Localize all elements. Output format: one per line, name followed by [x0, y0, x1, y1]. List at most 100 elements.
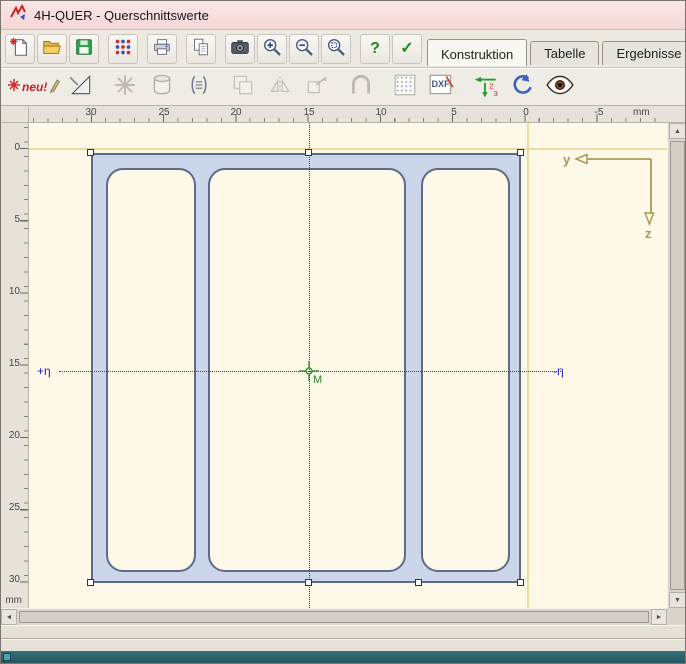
zoom-in-icon — [261, 36, 283, 63]
node-handle[interactable] — [517, 579, 524, 586]
ruler-label: 30 — [9, 574, 20, 585]
open-folder-icon — [41, 36, 63, 63]
ruler-unit: mm — [633, 107, 650, 118]
print-button[interactable] — [147, 34, 177, 64]
window-title: 4H-QUER - Querschnittswerte — [34, 8, 209, 23]
ruler-label: 10 — [9, 286, 20, 297]
tab-tabelle[interactable]: Tabelle — [530, 41, 599, 65]
undo-icon — [510, 72, 536, 103]
duplicate-button[interactable] — [227, 71, 259, 103]
status-indicator — [3, 653, 11, 661]
dxf-icon: DXF — [428, 72, 456, 103]
camera-icon — [229, 36, 251, 63]
view-tabs: Konstruktion Tabelle Ergebnisse — [424, 33, 686, 65]
point-star-icon — [112, 72, 138, 103]
workspace: 30 25 20 15 10 5 0 -5 mm 0 5 10 15 20 25… — [1, 106, 686, 653]
print-icon — [151, 36, 173, 63]
svg-text:DXF: DXF — [432, 79, 451, 89]
ruler-corner-right — [667, 106, 686, 123]
point-star-button[interactable] — [109, 71, 141, 103]
tab-konstruktion[interactable]: Konstruktion — [427, 39, 527, 66]
eta-negative-label: -η — [553, 364, 564, 378]
new-section-label: neu! — [22, 80, 47, 94]
ruler-corner — [1, 106, 29, 123]
cylinder-button[interactable] — [146, 71, 178, 103]
eye-icon — [545, 72, 575, 103]
contour-lines-icon — [186, 72, 212, 103]
contour-lines-button[interactable] — [183, 71, 215, 103]
view-options-button[interactable] — [544, 71, 576, 103]
dxf-button[interactable]: DXF — [426, 71, 458, 103]
drawing-canvas[interactable]: +η -η M y z — [29, 123, 667, 608]
down-arrow-icon: ▼ — [674, 597, 681, 604]
zoom-in-button[interactable] — [257, 34, 287, 64]
ruler-label: 15 — [9, 358, 20, 369]
app-logo-icon — [9, 4, 27, 27]
confirm-button[interactable]: ✓ — [392, 34, 422, 64]
copy-button[interactable] — [186, 34, 216, 64]
node-handle[interactable] — [517, 149, 524, 156]
up-arrow-icon: ▲ — [674, 128, 681, 135]
draw-toolbar: neu! — [1, 68, 685, 106]
ruler-label: 20 — [9, 430, 20, 441]
tab-ergebnisse[interactable]: Ergebnisse — [602, 41, 686, 65]
new-document-button[interactable] — [5, 34, 35, 64]
scroll-up-button[interactable]: ▲ — [669, 123, 686, 139]
zoom-window-button[interactable] — [321, 34, 351, 64]
origin-axis-vertical — [527, 123, 529, 608]
axes-icon: 2 3 — [473, 72, 499, 103]
point-grid-button[interactable] — [108, 34, 138, 64]
point-grid-icon — [112, 36, 134, 63]
duplicate-icon — [230, 72, 256, 103]
new-section-button[interactable]: neu! — [7, 71, 60, 103]
svg-text:y: y — [563, 152, 571, 167]
main-toolbar: ? ✓ Konstruktion Tabelle Ergebnisse — [1, 30, 685, 68]
node-handle[interactable] — [305, 149, 312, 156]
section-cell-left — [106, 168, 196, 572]
node-handle[interactable] — [87, 149, 94, 156]
zoom-window-icon — [325, 36, 347, 63]
arch-button[interactable] — [345, 71, 377, 103]
dot-grid-button[interactable] — [389, 71, 421, 103]
undo-button[interactable] — [507, 71, 539, 103]
zoom-out-button[interactable] — [289, 34, 319, 64]
save-button[interactable] — [69, 34, 99, 64]
move-icon — [304, 72, 330, 103]
camera-button[interactable] — [225, 34, 255, 64]
set-square-button[interactable] — [65, 71, 97, 103]
axes-button[interactable]: 2 3 — [470, 71, 502, 103]
move-button[interactable] — [301, 71, 333, 103]
arch-icon — [348, 72, 374, 103]
scroll-down-button[interactable]: ▼ — [669, 592, 686, 608]
lower-panel-strip — [1, 625, 686, 639]
horizontal-scroll-thumb[interactable] — [19, 611, 649, 623]
node-handle[interactable] — [87, 579, 94, 586]
horizontal-scrollbar[interactable]: ◄ ► — [1, 608, 667, 625]
node-handle[interactable] — [305, 579, 312, 586]
new-section-icon — [7, 75, 21, 100]
coordinate-axes: y z — [559, 143, 655, 239]
scroll-right-button[interactable]: ► — [651, 609, 667, 625]
vertical-scrollbar[interactable]: ▲ ▼ — [667, 123, 686, 608]
svg-text:3: 3 — [494, 88, 498, 97]
set-square-icon — [68, 72, 94, 103]
open-folder-button[interactable] — [37, 34, 67, 64]
ruler-ticks-major — [91, 114, 603, 122]
status-bar — [1, 651, 686, 663]
titlebar: 4H-QUER - Querschnittswerte — [1, 1, 685, 30]
node-handle[interactable] — [415, 579, 422, 586]
copy-icon — [190, 36, 212, 63]
vertical-scroll-thumb[interactable] — [670, 141, 685, 590]
help-button[interactable]: ? — [360, 34, 390, 64]
left-arrow-icon: ◄ — [6, 614, 13, 621]
mirror-button[interactable] — [264, 71, 296, 103]
help-icon: ? — [370, 41, 380, 57]
mirror-icon — [267, 72, 293, 103]
confirm-icon: ✓ — [400, 41, 413, 57]
ruler-label: 25 — [9, 502, 20, 513]
right-arrow-icon: ► — [656, 614, 663, 621]
section-cell-right — [421, 168, 510, 572]
svg-text:z: z — [645, 226, 652, 239]
scroll-left-button[interactable]: ◄ — [1, 609, 17, 625]
pencil-icon — [48, 76, 60, 99]
